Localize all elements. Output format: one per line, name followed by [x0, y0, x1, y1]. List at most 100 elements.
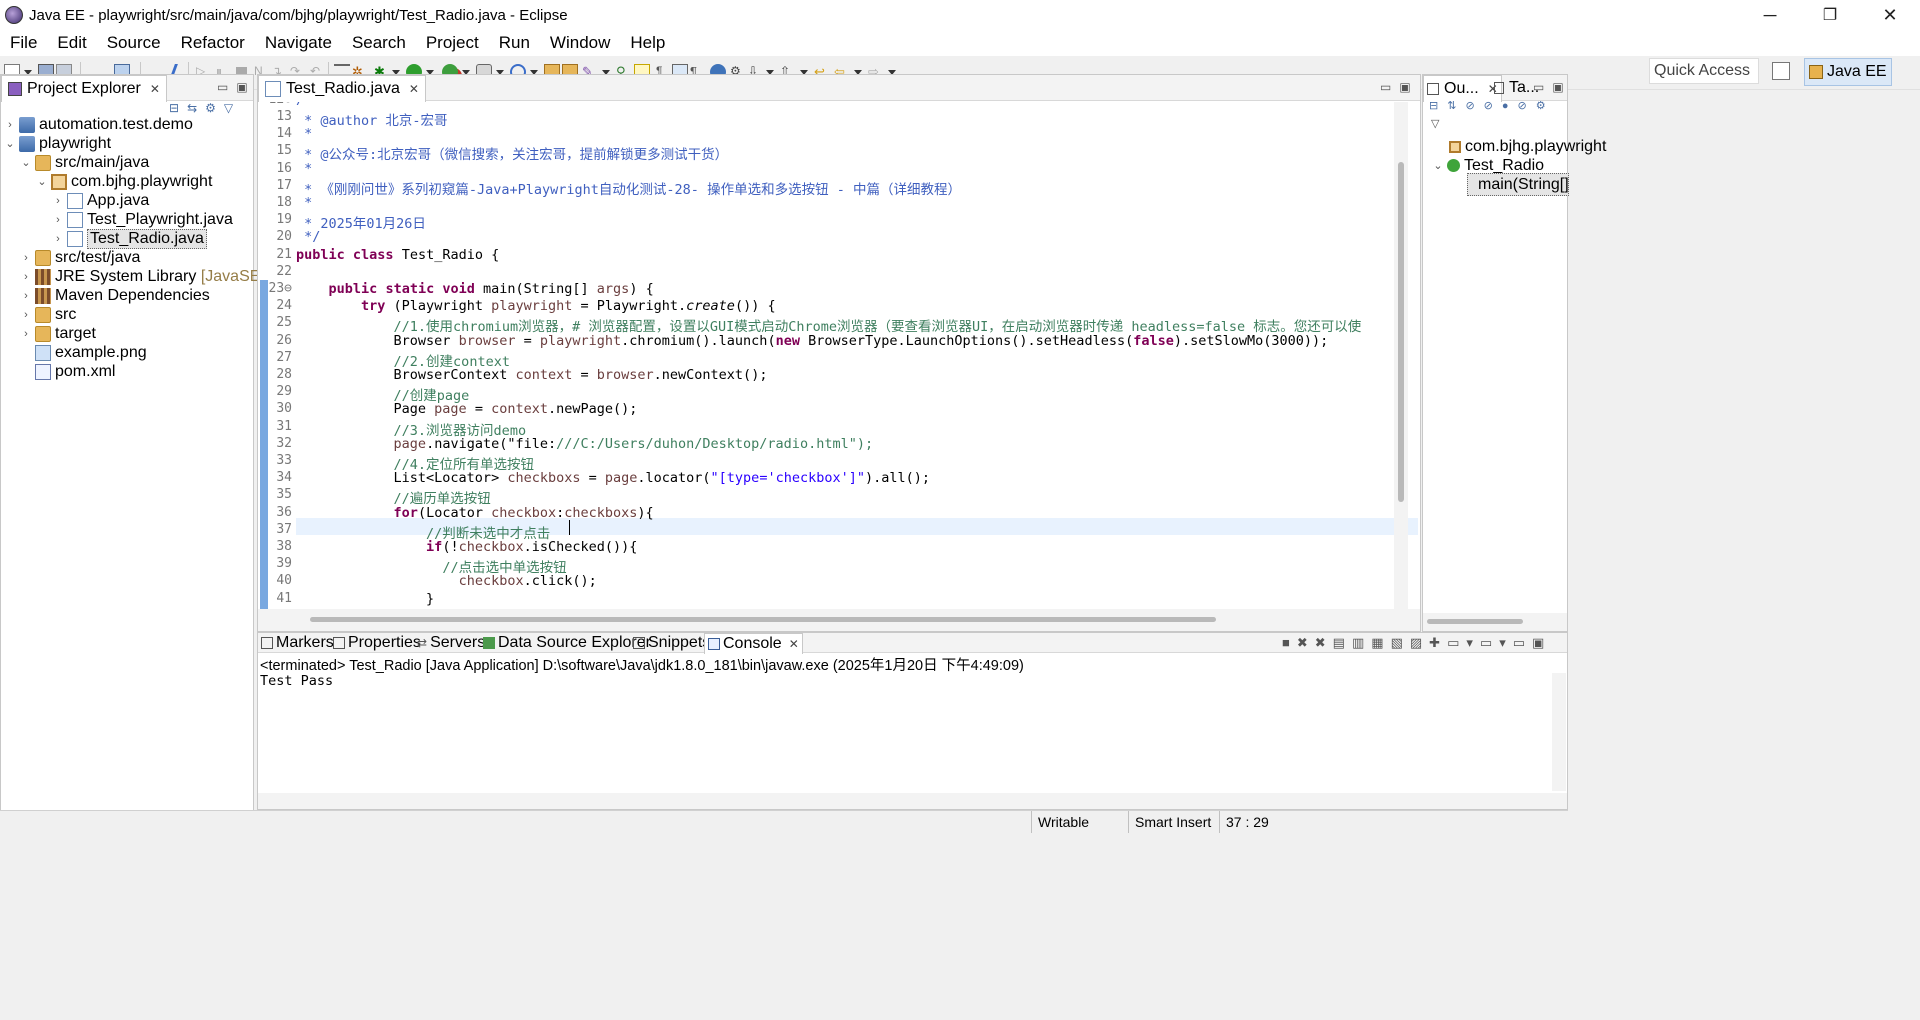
display-console-icon[interactable]: ▭	[1447, 635, 1466, 650]
hide-fields-icon[interactable]: ⊘	[1465, 100, 1483, 112]
code-line: page.navigate("file:///C:/Users/duhon/De…	[393, 435, 874, 452]
line-number: 27	[276, 349, 292, 365]
remove-all-icon[interactable]: ✖	[1315, 635, 1333, 650]
code-line-partial: /**	[296, 102, 320, 108]
tab-markers[interactable]: Markers	[258, 633, 337, 653]
open-console-icon[interactable]: ▭	[1480, 635, 1499, 650]
tree-label: com.bjhg.playwright	[71, 172, 213, 190]
close-icon[interactable]: ✕	[409, 82, 419, 96]
chevron-down-icon[interactable]: ⌄	[19, 156, 33, 169]
menu-project[interactable]: Project	[416, 33, 489, 53]
chevron-right-icon[interactable]: ›	[51, 214, 65, 226]
chevron-right-icon[interactable]: ›	[19, 290, 33, 302]
code-line: if(!checkbox.isChecked()){	[426, 539, 638, 555]
tab-test-radio-java[interactable]: Test_Radio.java ✕	[258, 75, 426, 102]
menu-window[interactable]: Window	[540, 33, 620, 53]
chevron-right-icon[interactable]: ›	[19, 271, 33, 283]
terminate-icon[interactable]: ■	[1282, 635, 1297, 650]
tree-item-pom-xml[interactable]: pom.xml	[19, 360, 115, 383]
tree-label: pom.xml	[55, 362, 116, 380]
maximize-icon[interactable]: ▣	[1532, 635, 1551, 650]
sort-icon[interactable]: ⇅	[1447, 100, 1465, 112]
console-vertical-scrollbar[interactable]	[1552, 673, 1566, 791]
show-stdout-icon[interactable]: ▧	[1391, 635, 1410, 650]
chevron-down-icon[interactable]: ⌄	[35, 175, 49, 188]
chevron-right-icon[interactable]: ›	[51, 233, 65, 245]
quick-access-input[interactable]: Quick Access	[1649, 58, 1759, 84]
outline-view-menu-icon[interactable]: ▽	[1431, 117, 1439, 130]
view-minmax-icons[interactable]: ▭▣	[1380, 80, 1419, 94]
chevron-right-icon[interactable]: ›	[19, 328, 33, 340]
collapse-all-icon[interactable]: ⊟	[1429, 100, 1447, 112]
chevron-right-icon[interactable]: ›	[51, 195, 65, 207]
tab-properties[interactable]: Properties	[330, 633, 424, 653]
library-icon	[35, 287, 51, 304]
xml-file-icon	[35, 363, 51, 380]
editor-vertical-scrollbar[interactable]	[1394, 102, 1408, 609]
line-number: 36	[276, 504, 292, 520]
tab-servers[interactable]: ⇄ Servers	[414, 633, 488, 653]
hide-local-types-icon[interactable]: ⊘	[1518, 100, 1536, 112]
filter-icon[interactable]: ⚙	[205, 101, 224, 115]
chevron-right-icon[interactable]: ›	[19, 252, 33, 264]
display-dropdown-icon[interactable]: ▾	[1466, 635, 1480, 650]
menu-source[interactable]: Source	[97, 33, 171, 53]
editor-horizontal-scrollbar[interactable]	[258, 609, 1420, 631]
chevron-down-icon[interactable]: ⌄	[3, 137, 17, 150]
menu-run[interactable]: Run	[489, 33, 540, 53]
scroll-thumb[interactable]	[1427, 619, 1523, 624]
tab-label: Ou...	[1444, 80, 1479, 97]
line-number: 13	[276, 109, 292, 124]
scroll-thumb[interactable]	[310, 617, 1216, 622]
remove-launch-icon[interactable]: ✖	[1297, 635, 1315, 650]
console-panel: Markers Properties ⇄ Servers Data Source …	[257, 632, 1568, 810]
tab-data-source-explorer[interactable]: Data Source Explorer	[480, 633, 654, 653]
java-file-icon	[67, 230, 83, 247]
menu-search[interactable]: Search	[342, 33, 416, 53]
line-number: 14	[276, 126, 292, 142]
tab-console[interactable]: Console ✕	[704, 633, 803, 654]
minimize-icon[interactable]: ▭	[1513, 635, 1532, 650]
view-minmax-icons[interactable]: ▭▣	[1533, 80, 1572, 94]
show-stderr-icon[interactable]: ▨	[1410, 635, 1429, 650]
code-line: * 《刚刚问世》系列初窥篇-Java+Playwright自动化测试-28- 操…	[296, 181, 961, 198]
code-area[interactable]: 12⊖/**13 * @author 北京-宏哥14 *15 * @公众号:北京…	[258, 102, 1420, 609]
view-minmax-icons[interactable]: ▭▣	[217, 80, 256, 94]
close-icon[interactable]: ✕	[789, 637, 799, 651]
line-number: 18	[276, 195, 292, 210]
close-icon[interactable]: ✕	[150, 82, 160, 96]
menu-edit[interactable]: Edit	[47, 33, 96, 53]
console-output[interactable]: Test Pass	[260, 673, 333, 689]
tab-snippets[interactable]: Snippets	[630, 633, 713, 653]
restore-button[interactable]: ❐	[1800, 0, 1860, 30]
chevron-right-icon[interactable]: ›	[19, 309, 33, 321]
perspective-javaee-button[interactable]: Java EE	[1804, 58, 1892, 86]
clear-console-icon[interactable]: ▤	[1333, 635, 1352, 650]
hide-static-icon[interactable]: ⊘	[1484, 100, 1502, 112]
open-perspective-icon[interactable]	[1772, 62, 1790, 80]
outline-item-main-method[interactable]: main(String[]	[1467, 173, 1569, 196]
hide-nonpublic-icon[interactable]: ●	[1502, 100, 1518, 112]
minimize-button[interactable]: ─	[1740, 0, 1800, 30]
view-menu-icon[interactable]: ▽	[224, 101, 241, 115]
menu-navigate[interactable]: Navigate	[255, 33, 342, 53]
close-button[interactable]: ✕	[1860, 0, 1920, 30]
folder-icon	[35, 325, 51, 342]
chevron-down-icon[interactable]: ⌄	[1431, 159, 1445, 172]
open-dropdown-icon[interactable]: ▾	[1499, 635, 1513, 650]
tab-project-explorer[interactable]: Project Explorer ✕	[1, 75, 167, 102]
outline-horizontal-scrollbar[interactable]	[1423, 613, 1567, 631]
link-editor-icon[interactable]: ⚙	[1536, 100, 1555, 112]
console-horizontal-scrollbar[interactable]	[258, 793, 1567, 809]
scroll-lock-icon[interactable]: ▥	[1352, 635, 1371, 650]
status-insert-mode: Smart Insert	[1128, 811, 1220, 833]
menu-help[interactable]: Help	[620, 33, 675, 53]
tab-outline[interactable]: Ou... ✕	[1423, 75, 1502, 102]
menu-refactor[interactable]: Refactor	[171, 33, 255, 53]
markers-icon	[261, 637, 273, 649]
pin-console-icon[interactable]: ✚	[1429, 635, 1447, 650]
chevron-right-icon[interactable]: ›	[3, 119, 17, 131]
menu-file[interactable]: File	[0, 33, 47, 53]
word-wrap-icon[interactable]: ▦	[1371, 635, 1390, 650]
scroll-thumb[interactable]	[1398, 162, 1404, 502]
